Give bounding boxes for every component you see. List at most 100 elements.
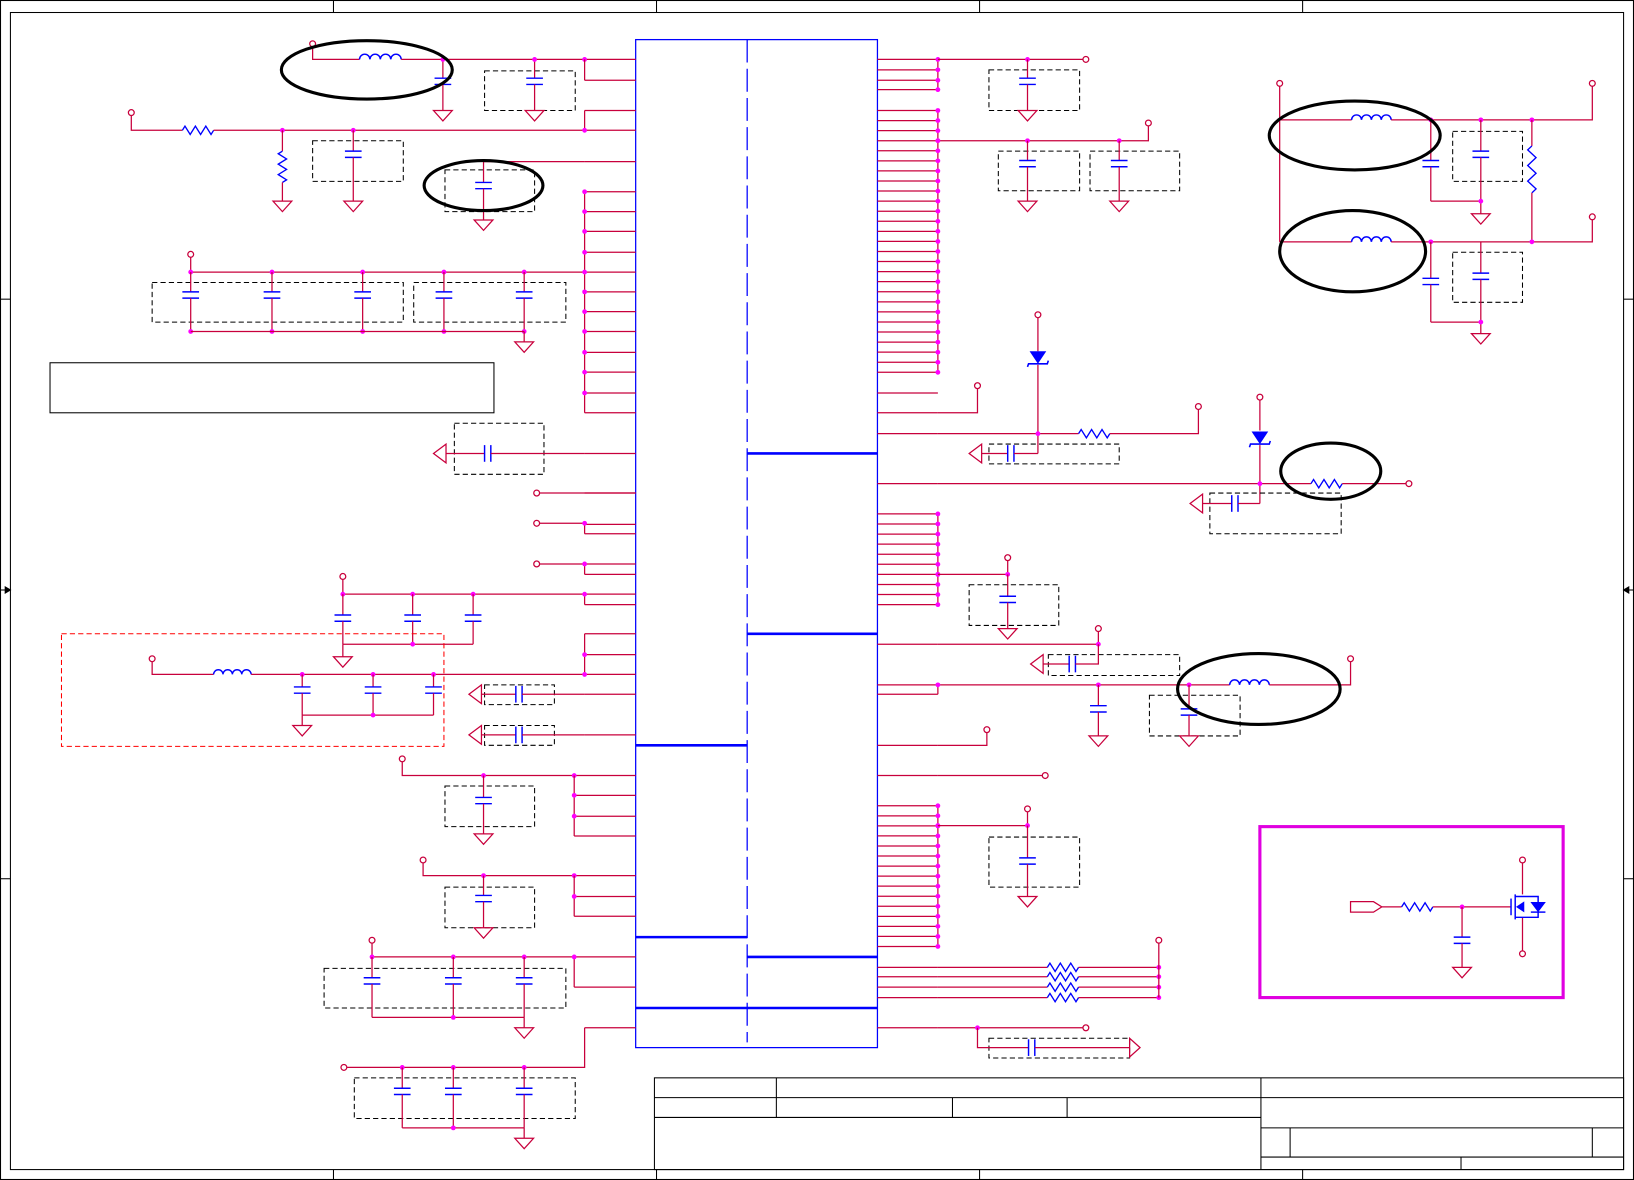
junction-dot [935, 178, 941, 184]
junction-dot [935, 359, 941, 365]
junction-dot [935, 67, 941, 73]
junction-dot [935, 843, 941, 849]
power-port-icon [368, 936, 376, 944]
junction-dot [935, 128, 941, 134]
junction-dot [582, 229, 588, 234]
junction-dot [935, 551, 941, 557]
junction-dot [582, 390, 588, 396]
junction-dot [582, 591, 588, 597]
power-port-icon [1155, 936, 1163, 944]
power-port-icon [1588, 79, 1596, 87]
junction-dot [935, 369, 941, 375]
junction-dot [935, 923, 941, 929]
junction-dot [935, 339, 941, 345]
power-port-icon [1082, 55, 1090, 63]
power-port-icon [1276, 79, 1284, 87]
junction-dot [582, 329, 588, 334]
power-port-icon [1518, 950, 1527, 958]
junction-dot [935, 682, 941, 688]
junction-dot [450, 1125, 456, 1131]
junction-dot [935, 118, 941, 123]
power-port-icon [127, 109, 135, 117]
power-port-icon [1034, 311, 1042, 319]
junction-dot [370, 712, 376, 718]
power-port-icon [973, 382, 982, 390]
junction-dot [410, 641, 416, 647]
junction-dot [582, 269, 588, 275]
junction-dot [571, 813, 577, 819]
junction-dot [935, 309, 941, 315]
junction-dot [935, 188, 941, 194]
junction-dot [935, 913, 941, 919]
junction-dot [935, 833, 941, 839]
junction-dot [935, 77, 941, 83]
power-port-icon [1588, 213, 1596, 221]
power-port-icon [1004, 554, 1012, 562]
junction-dot [532, 57, 537, 62]
power-port-icon [1082, 1024, 1090, 1032]
junction-dot [935, 319, 941, 325]
power-port-icon [1023, 805, 1032, 813]
junction-dot [1529, 239, 1535, 245]
schematic-canvas [0, 0, 1634, 1180]
junction-dot [935, 893, 941, 899]
junction-dot [935, 521, 941, 527]
junction-dot [582, 127, 588, 133]
power-port-icon [1094, 625, 1102, 633]
junction-dot [935, 602, 941, 608]
junction-dot [935, 299, 941, 305]
junction-dot [935, 934, 941, 939]
junction-dot [582, 189, 588, 195]
junction-dot [582, 309, 588, 315]
junction-dot [1035, 431, 1041, 437]
junction-dot [582, 520, 588, 526]
power-port-icon [148, 655, 156, 663]
junction-dot [582, 672, 588, 677]
power-port-icon [1194, 402, 1202, 411]
junction-dot [935, 349, 941, 355]
junction-dot [450, 1014, 456, 1020]
junction-dot [1478, 319, 1484, 325]
junction-dot [935, 208, 941, 214]
power-port-icon [339, 572, 347, 580]
junction-dot [935, 853, 941, 859]
page-background [0, 0, 1634, 1180]
junction-dot [582, 369, 588, 375]
junction-dot [935, 249, 941, 254]
power-port-icon [187, 250, 195, 258]
junction-dot [935, 138, 941, 144]
junction-dot [935, 148, 941, 154]
junction-dot [935, 803, 941, 809]
junction-dot [582, 249, 588, 255]
junction-dot [935, 279, 941, 285]
junction-dot [935, 259, 941, 264]
junction-dot [935, 239, 941, 244]
junction-dot [1257, 481, 1263, 487]
junction-dot [1478, 198, 1484, 204]
junction-dot [935, 813, 941, 819]
power-port-icon [533, 560, 541, 568]
junction-dot [935, 582, 941, 587]
junction-dot [935, 511, 941, 517]
junction-dot [582, 209, 588, 215]
junction-dot [935, 561, 941, 567]
junction-dot [935, 592, 941, 597]
junction-dot [582, 652, 588, 658]
junction-dot [935, 883, 941, 889]
power-port-icon [1256, 393, 1264, 401]
power-port-icon [533, 519, 541, 527]
junction-dot [935, 903, 941, 909]
junction-dot [935, 198, 941, 204]
power-port-icon [983, 726, 991, 734]
power-port-icon [1518, 856, 1527, 864]
junction-dot [935, 541, 941, 547]
junction-dot [935, 531, 941, 537]
junction-dot [935, 168, 941, 174]
power-port-icon [340, 1063, 348, 1071]
junction-dot [571, 954, 577, 960]
junction-dot [935, 289, 941, 295]
power-port-icon [1347, 655, 1355, 663]
power-port-icon [533, 489, 541, 497]
junction-dot [935, 873, 941, 879]
junction-dot [571, 792, 577, 798]
